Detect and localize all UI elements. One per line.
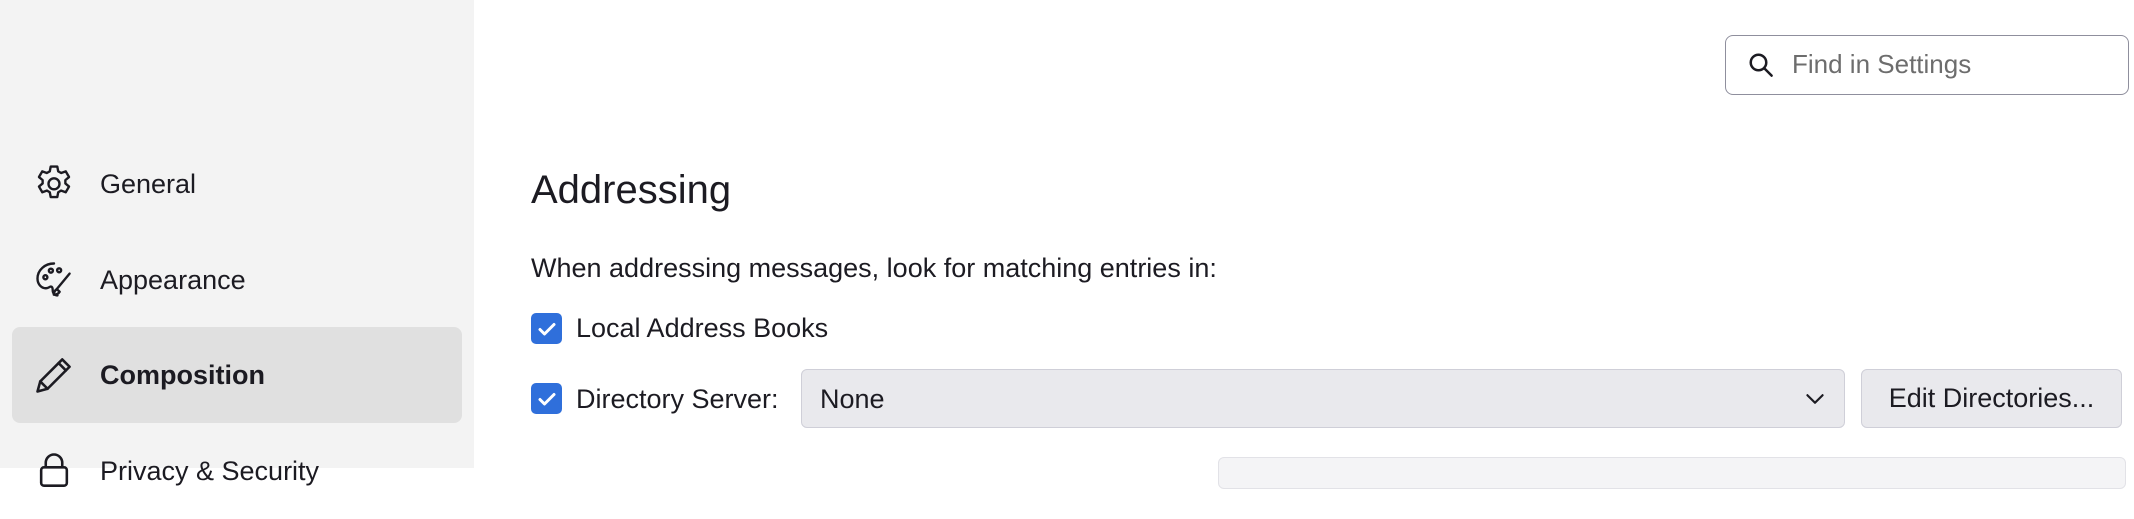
directory-server-label[interactable]: Directory Server: — [576, 384, 779, 415]
sidebar-item-composition[interactable]: Composition — [12, 327, 462, 423]
sidebar-item-general[interactable]: General — [12, 136, 462, 232]
search-icon — [1746, 50, 1776, 80]
search-input[interactable] — [1786, 36, 2122, 92]
sidebar-item-label: General — [100, 168, 197, 199]
addressing-description: When addressing messages, look for match… — [531, 253, 1217, 283]
palette-icon — [32, 258, 76, 302]
lock-icon — [32, 449, 76, 493]
local-address-books-label[interactable]: Local Address Books — [576, 313, 828, 344]
directory-server-checkbox[interactable] — [531, 383, 562, 414]
edit-directories-button[interactable]: Edit Directories... — [1861, 369, 2122, 428]
sidebar-item-privacy-security[interactable]: Privacy & Security — [12, 423, 462, 519]
sidebar-item-appearance[interactable]: Appearance — [12, 232, 462, 328]
sidebar-item-label: Composition — [100, 359, 265, 390]
directory-server-selected-value: None — [820, 384, 885, 414]
section-title-addressing: Addressing — [531, 168, 732, 212]
local-address-books-checkbox[interactable] — [531, 313, 562, 344]
directory-server-select[interactable]: None — [801, 369, 1845, 428]
sidebar-item-label: Appearance — [100, 264, 246, 295]
pencil-icon — [32, 353, 76, 397]
chevron-down-icon — [1802, 386, 1828, 412]
cut-off-control — [1218, 457, 2126, 489]
settings-sidebar: General Appearance Composition Privacy &… — [0, 0, 474, 487]
gear-icon — [32, 162, 76, 206]
checkmark-icon — [538, 392, 555, 405]
settings-search-box[interactable] — [1725, 35, 2129, 95]
checkmark-icon — [538, 322, 555, 335]
sidebar-item-label: Privacy & Security — [100, 455, 320, 486]
